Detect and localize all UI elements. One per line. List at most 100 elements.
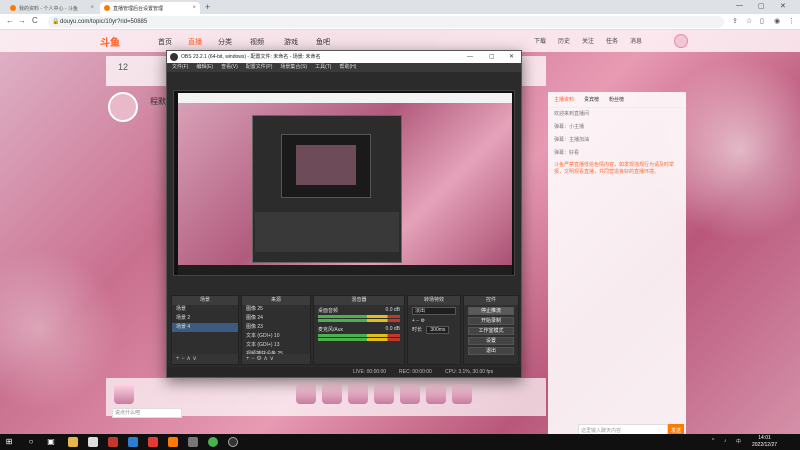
tab-close-icon[interactable]: × [192, 5, 196, 11]
gift-item[interactable] [400, 384, 420, 404]
menu-help[interactable]: 帮助(H) [339, 63, 356, 72]
menu-file[interactable]: 文件(F) [172, 63, 188, 72]
obs-taskbar-icon[interactable] [228, 437, 238, 447]
netease-music-icon[interactable] [148, 437, 158, 447]
tab-stream-manage[interactable]: 直播管理后台设置管理 × [100, 2, 200, 14]
send-button[interactable]: 发送 [668, 424, 684, 434]
gift-item[interactable] [348, 384, 368, 404]
mixer-channel: 麦克风/Aux 0.0 dB [314, 324, 404, 343]
tray-expand-icon[interactable]: ^ [712, 438, 714, 444]
address-bar[interactable]: 🔒 douyu.com/topic/10yr?rid=50885 [48, 16, 724, 28]
file-explorer-icon[interactable] [68, 437, 78, 447]
minimize-button[interactable]: — [736, 2, 743, 9]
store-icon[interactable] [108, 437, 118, 447]
settings-button[interactable]: 设置 [468, 337, 514, 345]
mail-icon[interactable] [88, 437, 98, 447]
channel-db: 0.0 dB [385, 326, 400, 332]
header-download[interactable]: 下载 [534, 36, 546, 45]
bottom-chat-input[interactable]: 说点什么吧 [112, 408, 182, 418]
gift-item[interactable] [296, 384, 316, 404]
mixer-dock-title: 混音器 [314, 296, 404, 305]
chrome-icon[interactable] [208, 437, 218, 447]
search-icon[interactable]: ○ [26, 437, 36, 447]
scenes-dock: 场景 场景 场景 2 场景 4 + − ∧ ∨ [171, 295, 239, 365]
nav-video[interactable]: 视频 [250, 37, 264, 47]
source-item[interactable]: 图像 23 [242, 323, 310, 332]
header-message[interactable]: 消息 [630, 36, 642, 45]
menu-scene-collection[interactable]: 场景集合(S) [280, 63, 307, 72]
header-task[interactable]: 任务 [606, 36, 618, 45]
duration-input[interactable]: 300ms [426, 326, 450, 334]
tab-streamer-info[interactable]: 主播资料 [554, 96, 574, 103]
source-item[interactable]: 文本 (GDI+) 13 [242, 341, 310, 350]
gift-item[interactable] [374, 384, 394, 404]
clock[interactable]: 14:01 2022/12/27 [752, 435, 777, 449]
bookmark-star-icon[interactable]: ☆ [746, 17, 752, 25]
scene-item[interactable]: 场景 [172, 305, 238, 314]
maximize-button[interactable]: ▢ [758, 2, 765, 10]
sidebar-icon[interactable]: ▯ [760, 17, 764, 25]
obs-preview[interactable] [173, 90, 515, 276]
obs-title-text: OBS 23.2.1 (64-bit, windows) - 配置文件: 未命名… [181, 54, 321, 60]
nav-home[interactable]: 首页 [158, 37, 172, 47]
start-recording-button[interactable]: 开始录制 [468, 317, 514, 325]
menu-edit[interactable]: 编辑(E) [196, 63, 213, 72]
gift-item[interactable] [426, 384, 446, 404]
task-view-icon[interactable]: ▣ [46, 437, 56, 447]
obs-maximize-button[interactable]: ▢ [489, 51, 495, 63]
share-icon[interactable]: ⇪ [732, 17, 738, 25]
menu-tools[interactable]: 工具(T) [315, 63, 331, 72]
obs-close-button[interactable]: ✕ [509, 51, 514, 63]
volume-slider[interactable] [318, 319, 400, 322]
nav-game[interactable]: 游戏 [284, 37, 298, 47]
volume-icon[interactable]: ♪ [724, 438, 727, 444]
transition-toolbar[interactable]: + − ⚙ [408, 317, 460, 326]
back-button[interactable]: ← [6, 16, 14, 25]
edge-icon[interactable] [128, 437, 138, 447]
tab-fans-rank[interactable]: 粉丝榜 [609, 96, 624, 103]
user-avatar[interactable] [674, 34, 688, 48]
scene-item[interactable]: 场景 2 [172, 314, 238, 323]
gift-item[interactable] [322, 384, 342, 404]
forward-button[interactable]: → [18, 16, 26, 25]
source-item[interactable]: 图像 24 [242, 314, 310, 323]
streamer-name[interactable]: 程默 [150, 96, 166, 107]
header-follow[interactable]: 关注 [582, 36, 594, 45]
volume-slider[interactable] [318, 338, 400, 341]
gift-item[interactable] [452, 384, 472, 404]
menu-profile[interactable]: 配置文件(P) [246, 63, 273, 72]
sources-dock-toolbar[interactable]: + − ⚙ ∧ ∨ [242, 354, 310, 364]
stop-streaming-button[interactable]: 停止推流 [468, 307, 514, 315]
source-item[interactable]: 文本 (GDI+) 10 [242, 332, 310, 341]
chat-input[interactable]: 这里输入聊天内容 [578, 424, 668, 434]
ime-indicator[interactable]: 中 [736, 438, 741, 445]
studio-mode-button[interactable]: 工作室模式 [468, 327, 514, 335]
exit-button[interactable]: 退出 [468, 347, 514, 355]
reload-button[interactable]: C [32, 16, 38, 25]
menu-view[interactable]: 查看(V) [221, 63, 238, 72]
douyu-logo[interactable]: 斗鱼 [100, 34, 120, 49]
transition-select[interactable]: 淡出 [412, 307, 456, 315]
header-history[interactable]: 历史 [558, 36, 570, 45]
menu-icon[interactable]: ⋮ [788, 17, 795, 25]
nav-live[interactable]: 直播 [188, 37, 202, 47]
tab-profile[interactable]: 我的资料 - 个人中心 - 斗鱼 × [6, 2, 98, 14]
streamer-avatar[interactable] [108, 92, 138, 122]
obs-minimize-button[interactable]: — [467, 51, 473, 63]
nav-category[interactable]: 分类 [218, 37, 232, 47]
start-button[interactable]: ⊞ [4, 437, 14, 447]
close-window-button[interactable]: ✕ [780, 2, 786, 10]
app-icon[interactable] [168, 437, 178, 447]
tab-close-icon[interactable]: × [90, 5, 94, 11]
url-text: douyu.com/topic/10yr?rid=50885 [60, 19, 148, 25]
new-tab-button[interactable]: + [205, 2, 210, 12]
g-app-icon[interactable] [188, 437, 198, 447]
tab-vip-rank[interactable]: 贵宾榜 [584, 96, 599, 103]
source-item[interactable]: 图像 25 [242, 305, 310, 314]
room-number: 12 [118, 62, 129, 72]
scene-item-selected[interactable]: 场景 4 [172, 323, 238, 332]
scenes-dock-toolbar[interactable]: + − ∧ ∨ [172, 354, 238, 364]
gift-item[interactable] [114, 384, 134, 404]
nav-yuba[interactable]: 鱼吧 [316, 37, 330, 47]
profile-icon[interactable]: ◉ [774, 17, 780, 25]
